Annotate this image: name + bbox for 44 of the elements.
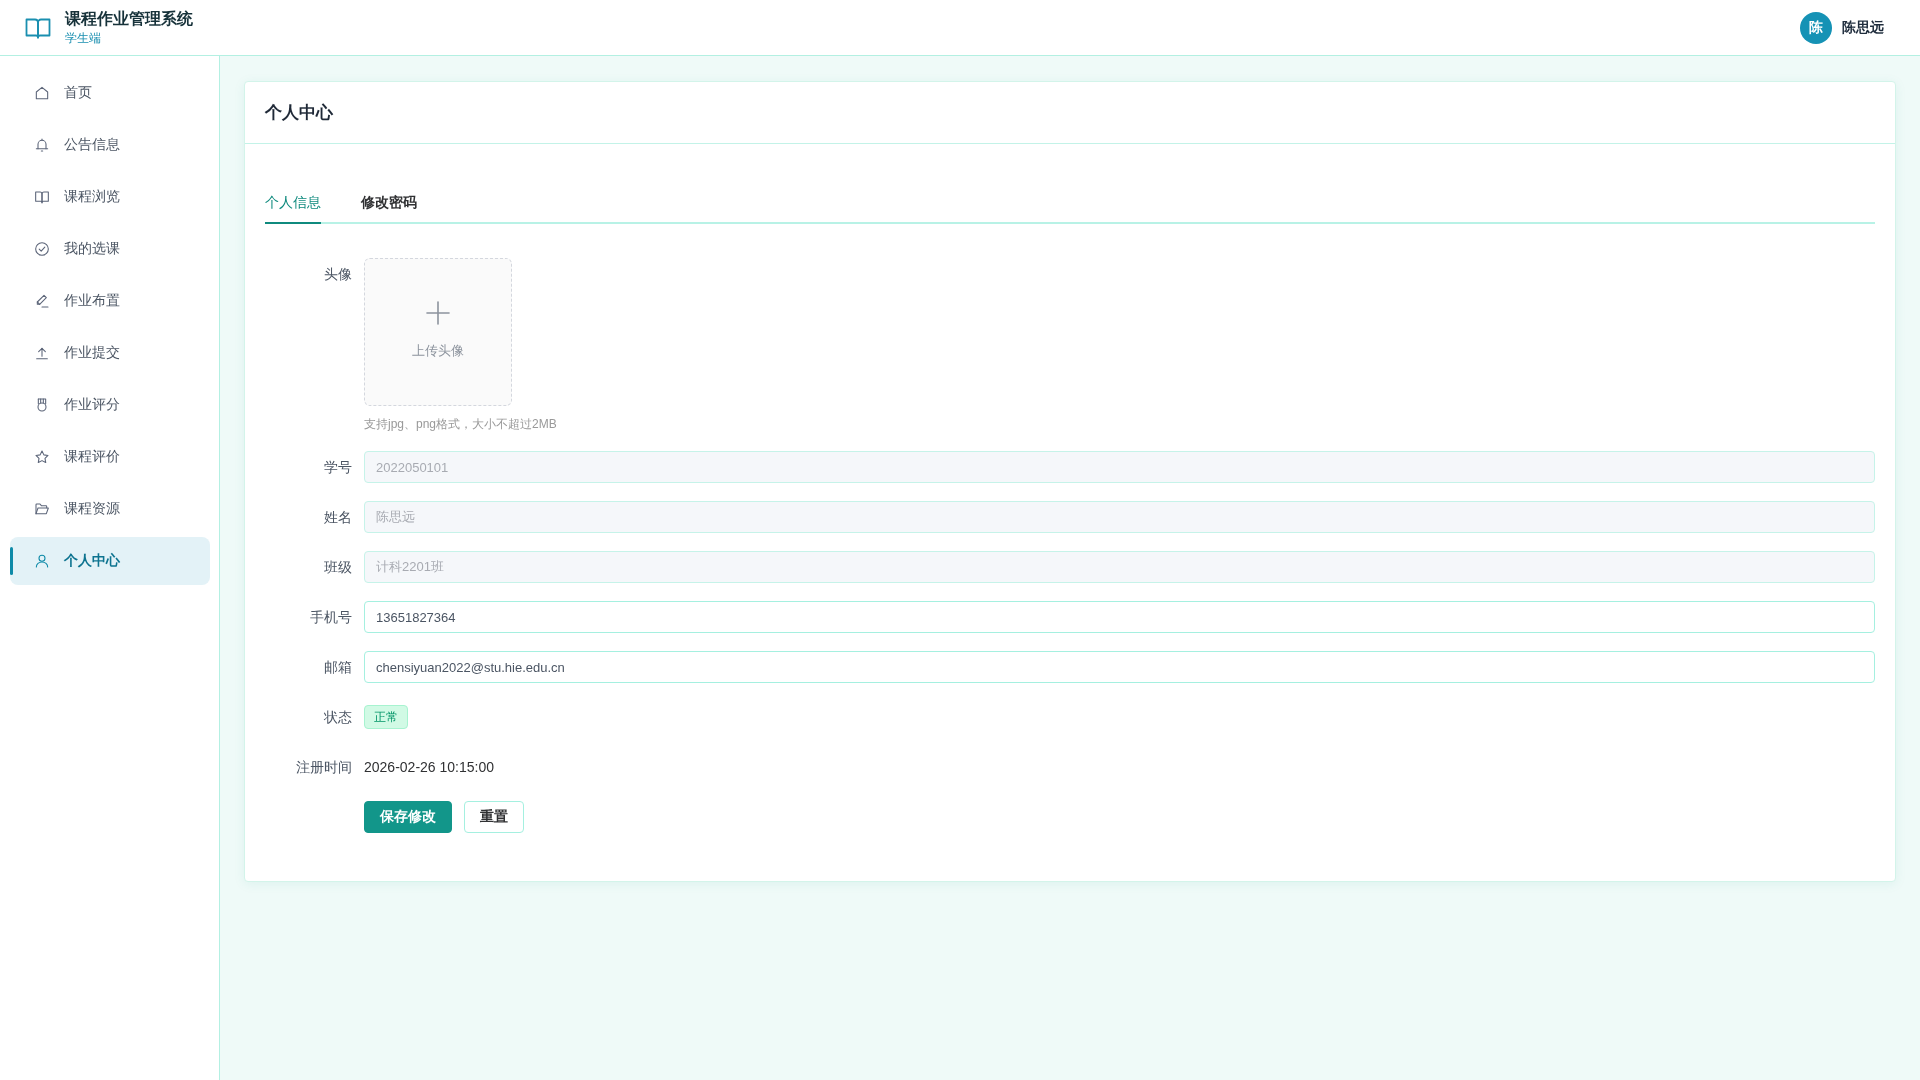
user-avatar[interactable]: 陈 (1800, 11, 1832, 44)
page-title: 个人中心 (265, 102, 333, 124)
user-name[interactable]: 陈思远 (1842, 18, 1884, 37)
folder-icon (34, 501, 50, 517)
sidebar-item[interactable]: 个人中心 (10, 537, 210, 585)
save-button[interactable]: 保存修改 (364, 801, 452, 833)
tab[interactable]: 修改密码 (361, 184, 417, 224)
field-value: 2026-02-26 10:15:00 (364, 758, 494, 777)
reset-button[interactable]: 重置 (464, 801, 524, 833)
sidebar-item[interactable]: 作业布置 (10, 277, 210, 325)
medal-icon (34, 397, 50, 413)
user-icon (34, 553, 50, 569)
field-label: 班级 (323, 558, 353, 577)
status-tag: 正常 (364, 705, 408, 729)
check-circle-icon (34, 241, 50, 257)
home-icon (34, 85, 50, 101)
star-icon (34, 449, 50, 465)
input-field[interactable]: chensiyuan2022@stu.hie.edu.cn (364, 651, 1875, 683)
field-label: 姓名 (323, 508, 353, 527)
app-subtitle: 学生端 (65, 31, 102, 46)
sidebar-item[interactable]: 课程评价 (10, 433, 210, 481)
field-label: 状态 (323, 708, 353, 727)
tab[interactable]: 个人信息 (265, 184, 321, 224)
bell-icon (34, 137, 50, 153)
upload-icon (34, 345, 50, 361)
input-field[interactable]: 13651827364 (364, 601, 1875, 633)
field-label: 手机号 (309, 608, 353, 627)
field-label: 学号 (323, 458, 353, 477)
sidebar-item[interactable]: 公告信息 (10, 121, 210, 169)
sidebar-item[interactable]: 作业评分 (10, 381, 210, 429)
upload-hint: 支持jpg、png格式，大小不超过2MB (364, 416, 557, 433)
sidebar-item[interactable]: 作业提交 (10, 329, 210, 377)
field-label: 头像 (323, 265, 353, 284)
sidebar-item[interactable]: 首页 (10, 69, 210, 117)
sidebar-item[interactable]: 课程资源 (10, 485, 210, 533)
sidebar-item[interactable]: 课程浏览 (10, 173, 210, 221)
app-title: 课程作业管理系统 (65, 9, 193, 29)
field-label: 邮箱 (323, 658, 353, 677)
sidebar-item[interactable]: 我的选课 (10, 225, 210, 273)
plus-icon (426, 301, 450, 325)
pencil-icon (34, 293, 50, 309)
field-label: 注册时间 (295, 758, 353, 777)
book-icon (25, 16, 51, 39)
book-icon (34, 189, 50, 205)
